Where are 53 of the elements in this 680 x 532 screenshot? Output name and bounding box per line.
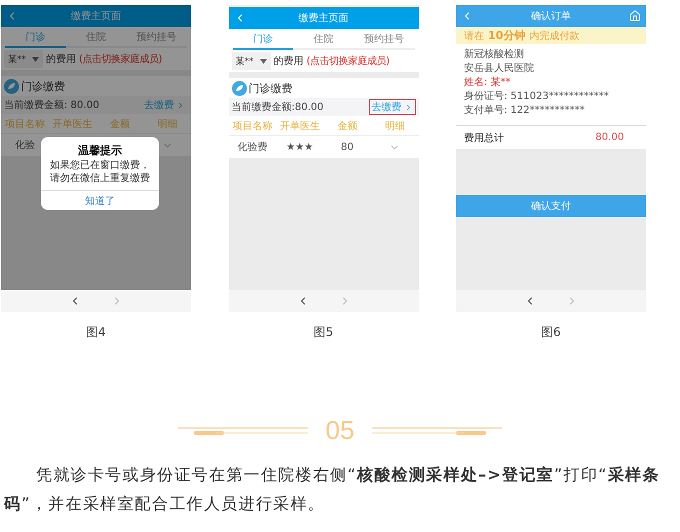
table-cell-text: 化验费 [237, 140, 268, 154]
order-info-line: 身份证号: 511023************ [464, 90, 610, 103]
dialog-title: 温馨提示 [78, 143, 122, 158]
instruction-paragraph: 凭就诊卡号或身份证号在第一住院楼右侧“核酸检测采样处–>登记室”打印“采样条码”，并在采样室配合工作人员进行采样。 [2, 464, 661, 515]
order-info-line: 新冠核酸检测 [464, 48, 525, 61]
member-select[interactable]: 某** [4, 50, 43, 68]
dropdown-icon [260, 58, 266, 64]
chevron-right-icon [176, 100, 185, 110]
countdown-text: 10分钟 [488, 28, 526, 43]
amount-label: 当前缴费金额: 80.00 [4, 98, 100, 112]
section-title: 门诊缴费 [248, 80, 292, 96]
dialog-message: 如果您已在窗口缴费，请勿在微信上重复缴费 [49, 158, 151, 186]
ok-button[interactable]: 知道了 [41, 190, 159, 210]
table-row[interactable]: 化验费 ★★★ 80 [228, 136, 418, 158]
figure-caption: 图4 [86, 324, 106, 341]
column-header: 金额 [108, 118, 131, 130]
page-title: 缴费主页面 [298, 12, 350, 25]
column-header: 开单医生 [278, 120, 321, 132]
switch-hint[interactable]: (点击切换家庭成员) [306, 54, 390, 68]
total-amount: 80.00 [595, 132, 624, 143]
page-title: 缴费主页面 [70, 10, 122, 23]
order-info-line: 安岳县人民医院 [464, 62, 535, 75]
amount-label: 当前缴费金额:80.00 [232, 100, 324, 114]
figure-caption: 图5 [314, 324, 334, 341]
table-cell: ★★★ [286, 142, 314, 152]
column-header: 金额 [336, 120, 358, 132]
column-header: 开单医生 [51, 118, 94, 130]
table-cell-text: 化验 [14, 139, 35, 152]
pay-link[interactable]: 去缴费 [141, 97, 188, 113]
confirm-pay-button[interactable]: 确认支付 [456, 195, 646, 217]
page-title: 确认订单 [530, 10, 572, 23]
total-label: 费用总计 [464, 132, 504, 144]
banner-text: 请在 [464, 30, 484, 42]
figure-caption: 图6 [541, 324, 561, 341]
table-cell: 80 [340, 142, 354, 152]
member-label: 的费用 [46, 52, 76, 66]
column-header: 项目名称 [231, 120, 274, 132]
section-title: 门诊缴费 [21, 78, 65, 94]
section-number: 05 [326, 415, 354, 446]
member-label: 的费用 [274, 54, 304, 68]
switch-hint[interactable]: (点击切换家庭成员) [79, 52, 162, 66]
pay-link[interactable]: 去缴费 [368, 99, 416, 115]
order-info-line: 支付单号: 122*********** [464, 104, 586, 117]
order-info-line: 姓名: 某** [464, 76, 512, 89]
column-header: 明细 [384, 120, 406, 132]
leaf-icon [232, 80, 246, 96]
dropdown-icon [32, 56, 39, 62]
banner-text: 内完成付款 [529, 30, 580, 42]
leaf-icon [4, 78, 19, 94]
column-header: 明细 [156, 118, 178, 130]
column-header: 项目名称 [4, 118, 46, 130]
home-icon[interactable] [629, 10, 641, 22]
member-select[interactable]: 某** [232, 52, 270, 70]
